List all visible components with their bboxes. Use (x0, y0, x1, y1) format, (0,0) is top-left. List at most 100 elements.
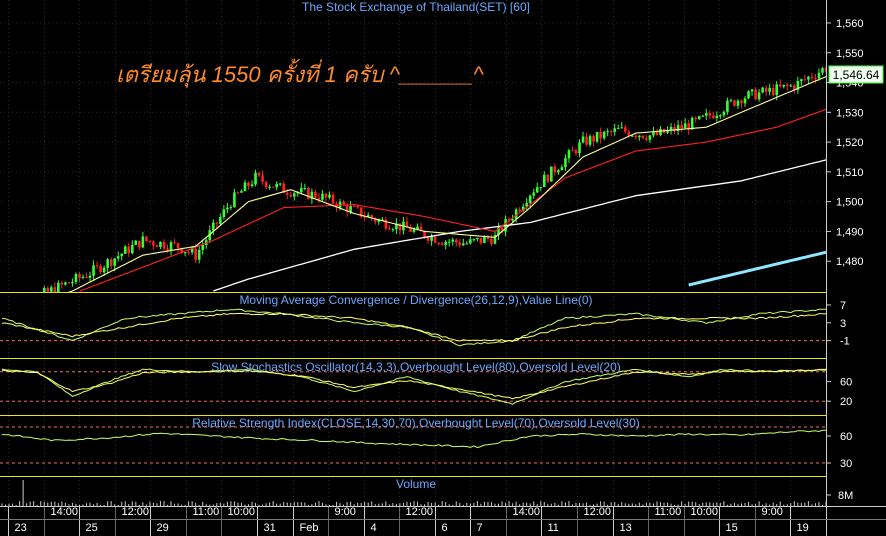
candle-body (761, 87, 764, 93)
candle-body (120, 253, 124, 257)
candle-body (444, 241, 447, 245)
candle-body (592, 136, 595, 142)
candle-body (247, 182, 250, 186)
candle-body (542, 174, 546, 187)
x-tick-label: 19 (797, 522, 809, 534)
candle-body (638, 135, 641, 138)
candle-body (123, 246, 127, 254)
candle-body (352, 206, 356, 208)
candle-body (349, 206, 352, 212)
volume-label: Volume (396, 477, 436, 491)
y-tick-label: 1,550 (836, 48, 864, 60)
candle-body (222, 209, 226, 218)
candle-body (211, 222, 215, 231)
candle-body (785, 84, 789, 87)
y-tick-label: 3 (840, 318, 846, 330)
candle-body (461, 243, 465, 246)
candle-body (458, 242, 462, 246)
candle-body (314, 191, 317, 198)
candle-body (328, 194, 331, 198)
candle-body (821, 68, 824, 73)
candle-body (183, 252, 187, 254)
candle-body (331, 194, 335, 204)
candle-body (201, 245, 205, 250)
candle-body (800, 79, 803, 82)
candle-body (226, 207, 229, 210)
candle-body (490, 238, 493, 244)
candle-body (250, 184, 254, 186)
candle-body (257, 172, 261, 176)
candle-body (271, 186, 275, 188)
x-tick-label: 11:00 (655, 506, 682, 518)
candle-body (99, 265, 102, 273)
x-tick-label: 11:00 (193, 506, 220, 518)
candle-body (166, 248, 169, 251)
candle-body (388, 228, 391, 230)
candle-body (697, 116, 701, 119)
candle-body (546, 174, 550, 182)
candle-body (437, 242, 440, 244)
candle-body (278, 183, 282, 185)
candle-body (71, 282, 74, 284)
candle-body (550, 166, 553, 182)
candle-body (440, 243, 444, 245)
candle-body (148, 241, 152, 243)
candle-body (535, 187, 539, 193)
candle-body (106, 259, 109, 268)
x-tick-label: 7 (477, 522, 483, 534)
candle-body (641, 135, 645, 139)
candle-body (88, 275, 92, 278)
x-tick-label: 10:00 (228, 506, 256, 518)
candle-body (426, 237, 430, 241)
x-tick-label: 9:00 (762, 506, 783, 518)
candle-body (532, 192, 536, 196)
candle-body (465, 243, 469, 245)
candle-body (81, 276, 85, 278)
candle-body (138, 240, 141, 248)
candle-body (631, 135, 634, 137)
candle-body (412, 229, 416, 232)
candle-body (803, 79, 807, 81)
candle-body (750, 89, 754, 92)
candle-body (169, 242, 173, 251)
candle-body (778, 84, 782, 87)
candle-body (197, 249, 201, 260)
candle-body (102, 267, 106, 273)
x-tick-label: 11 (548, 522, 559, 534)
candle-body (49, 287, 53, 292)
candle-body (85, 276, 88, 278)
candle-body (715, 115, 719, 119)
candle-body (757, 92, 761, 100)
candle-body (814, 78, 817, 80)
candle-body (648, 135, 652, 140)
candle-body (609, 131, 613, 133)
candle-body (782, 84, 786, 87)
candle-body (469, 239, 472, 244)
rsi-label: Relative Strength Index(CLOSE,14,30,70),… (192, 416, 640, 430)
candle-body (775, 84, 779, 96)
y-tick-label: 8M (838, 490, 853, 502)
x-tick-label: 15 (726, 522, 738, 534)
candle-body (74, 274, 78, 283)
candle-body (342, 201, 345, 205)
x-tick-label: 23 (15, 522, 27, 534)
candle-body (655, 132, 659, 135)
candle-body (159, 241, 162, 248)
y-tick-label: 30 (840, 458, 852, 470)
y-tick-label: 20 (840, 396, 852, 408)
candle-body (254, 172, 257, 185)
last-price-label: 1,546.64 (833, 68, 880, 82)
candle-body (60, 282, 64, 285)
x-tick-label: 4 (371, 522, 377, 534)
candle-body (708, 113, 712, 116)
candle-body (733, 100, 736, 106)
candle-body (694, 117, 698, 119)
candle-body (564, 158, 567, 168)
x-tick-label: 14:00 (513, 506, 541, 518)
candle-body (768, 87, 771, 92)
candle-body (606, 131, 609, 133)
x-tick-label: 13 (620, 522, 632, 534)
candle-body (472, 239, 476, 241)
candle-body (95, 265, 99, 267)
candle-body (726, 100, 729, 112)
